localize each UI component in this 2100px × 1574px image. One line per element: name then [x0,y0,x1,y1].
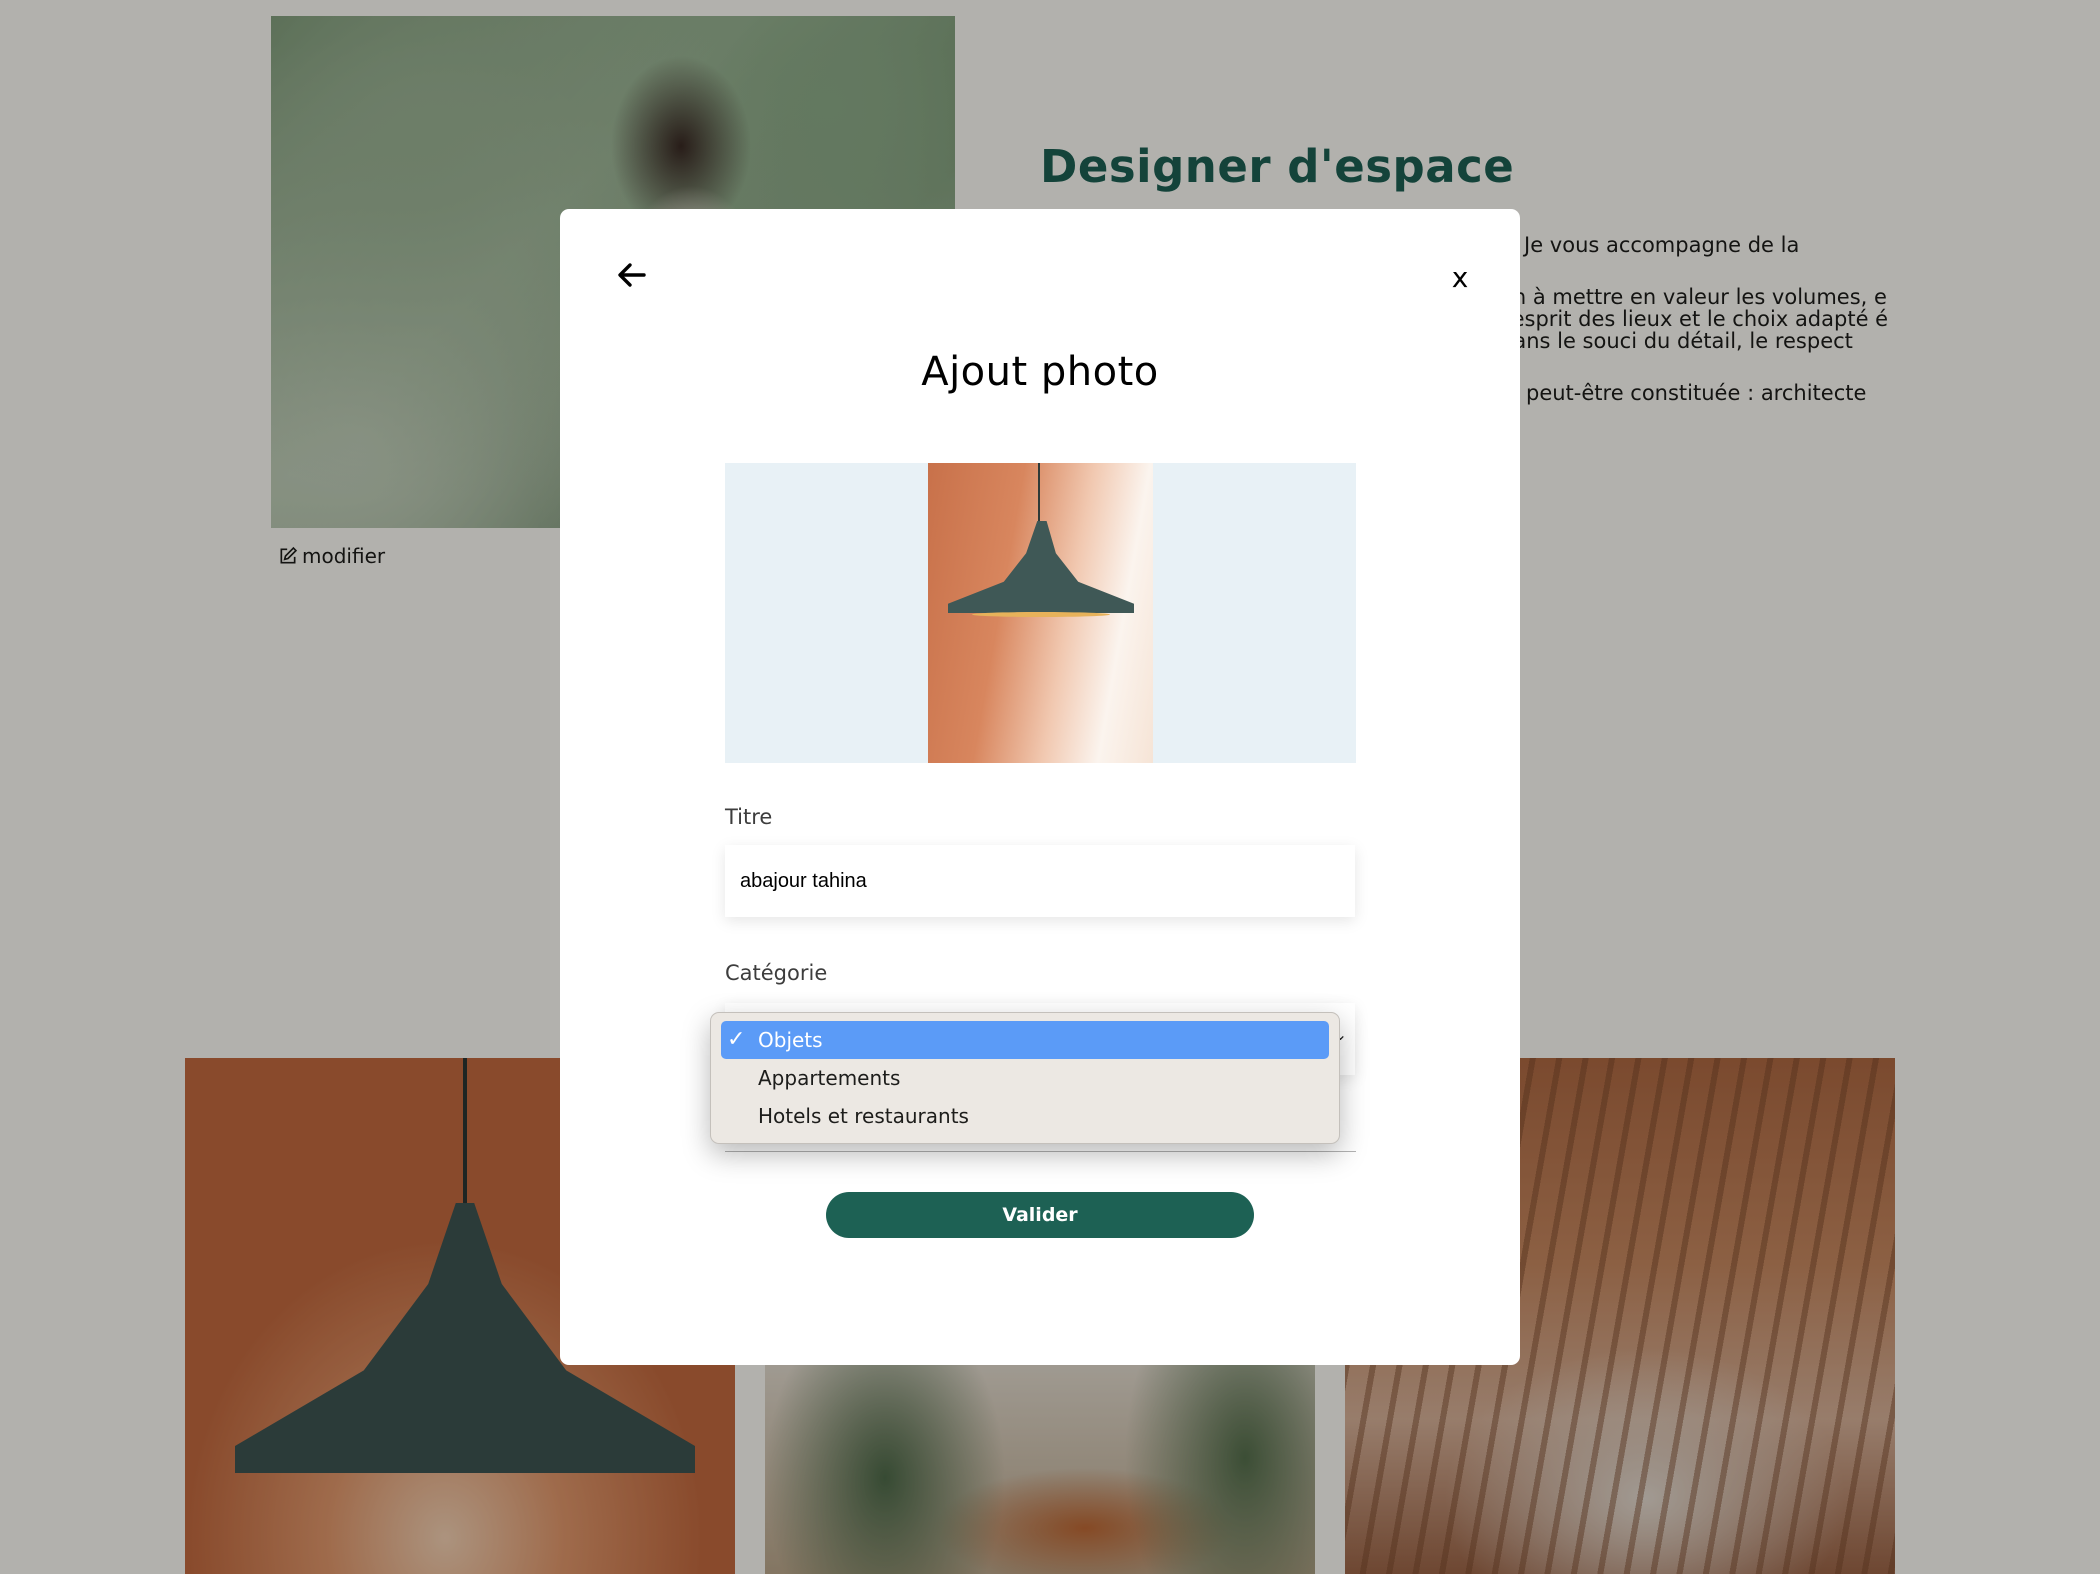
option-label: Appartements [758,1066,901,1090]
back-button[interactable] [610,253,654,297]
close-button[interactable]: x [1440,257,1480,297]
title-label: Titre [725,805,773,829]
lamp-glow [972,612,1110,617]
option-label: Hotels et restaurants [758,1104,969,1128]
close-icon: x [1451,260,1469,294]
photo-preview-area[interactable] [725,463,1356,763]
photo-preview-image [928,463,1153,763]
category-option-hotels[interactable]: Hotels et restaurants [721,1097,1329,1135]
category-dropdown-menu: ✓ Objets Appartements Hotels et restaura… [710,1012,1340,1144]
lamp-cord [1038,463,1040,525]
category-option-appartements[interactable]: Appartements [721,1059,1329,1097]
arrow-left-icon [618,263,646,287]
validate-button[interactable]: Valider [826,1192,1254,1238]
check-icon: ✓ [727,1027,746,1052]
modal-title: Ajout photo [921,349,1159,395]
category-label: Catégorie [725,961,828,985]
add-photo-modal: x Ajout photo Titre Catégorie ⌄ Valider [560,209,1520,1365]
category-option-objets[interactable]: ✓ Objets [721,1021,1329,1059]
title-input[interactable] [725,845,1355,917]
divider [725,1151,1356,1152]
option-label: Objets [758,1028,823,1052]
lamp-shade [948,521,1134,613]
